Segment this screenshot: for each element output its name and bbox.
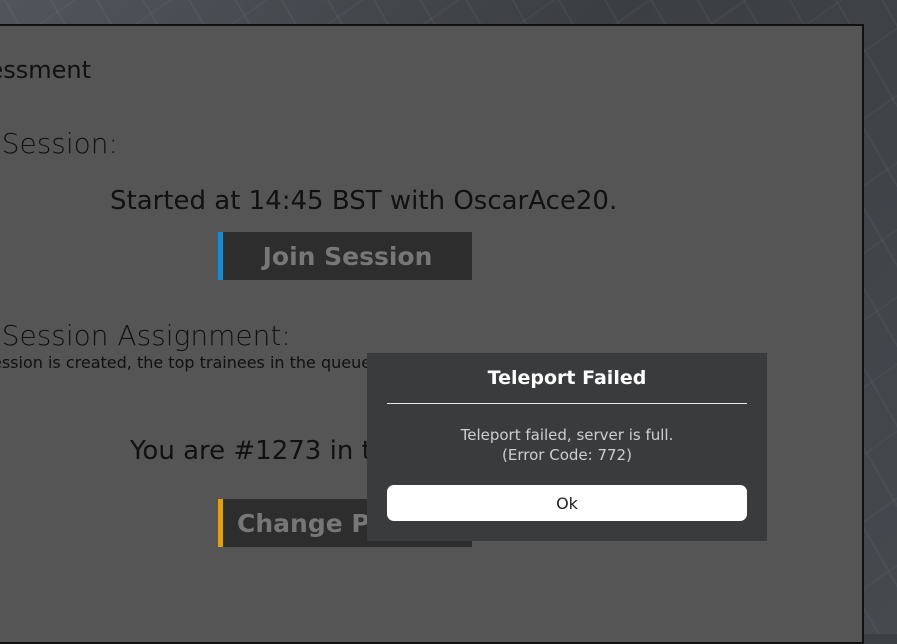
dialog-title: Teleport Failed bbox=[487, 367, 647, 389]
ok-button[interactable]: Ok bbox=[387, 485, 747, 521]
dialog-error-code: (Error Code: 772) bbox=[502, 446, 632, 464]
dialog-message-line: Teleport failed, server is full. bbox=[460, 426, 674, 444]
assignment-section-title: g Session Assignment: bbox=[0, 319, 291, 352]
session-status-text: Started at 14:45 BST with OscarAce20. bbox=[110, 186, 618, 216]
join-session-button[interactable]: Join Session bbox=[218, 232, 472, 280]
assignment-description: ession is created, the top trainees in t… bbox=[0, 353, 394, 372]
session-section-title: g Session: bbox=[0, 127, 118, 160]
training-panel: sessment g Session: Started at 14:45 BST… bbox=[0, 24, 864, 644]
teleport-failed-dialog: Teleport Failed Teleport failed, server … bbox=[367, 353, 767, 541]
dialog-message: Teleport failed, server is full. (Error … bbox=[367, 425, 767, 465]
panel-heading: sessment bbox=[0, 56, 92, 84]
queue-position-text: You are #1273 in the bbox=[130, 436, 405, 466]
dialog-divider bbox=[387, 403, 747, 404]
